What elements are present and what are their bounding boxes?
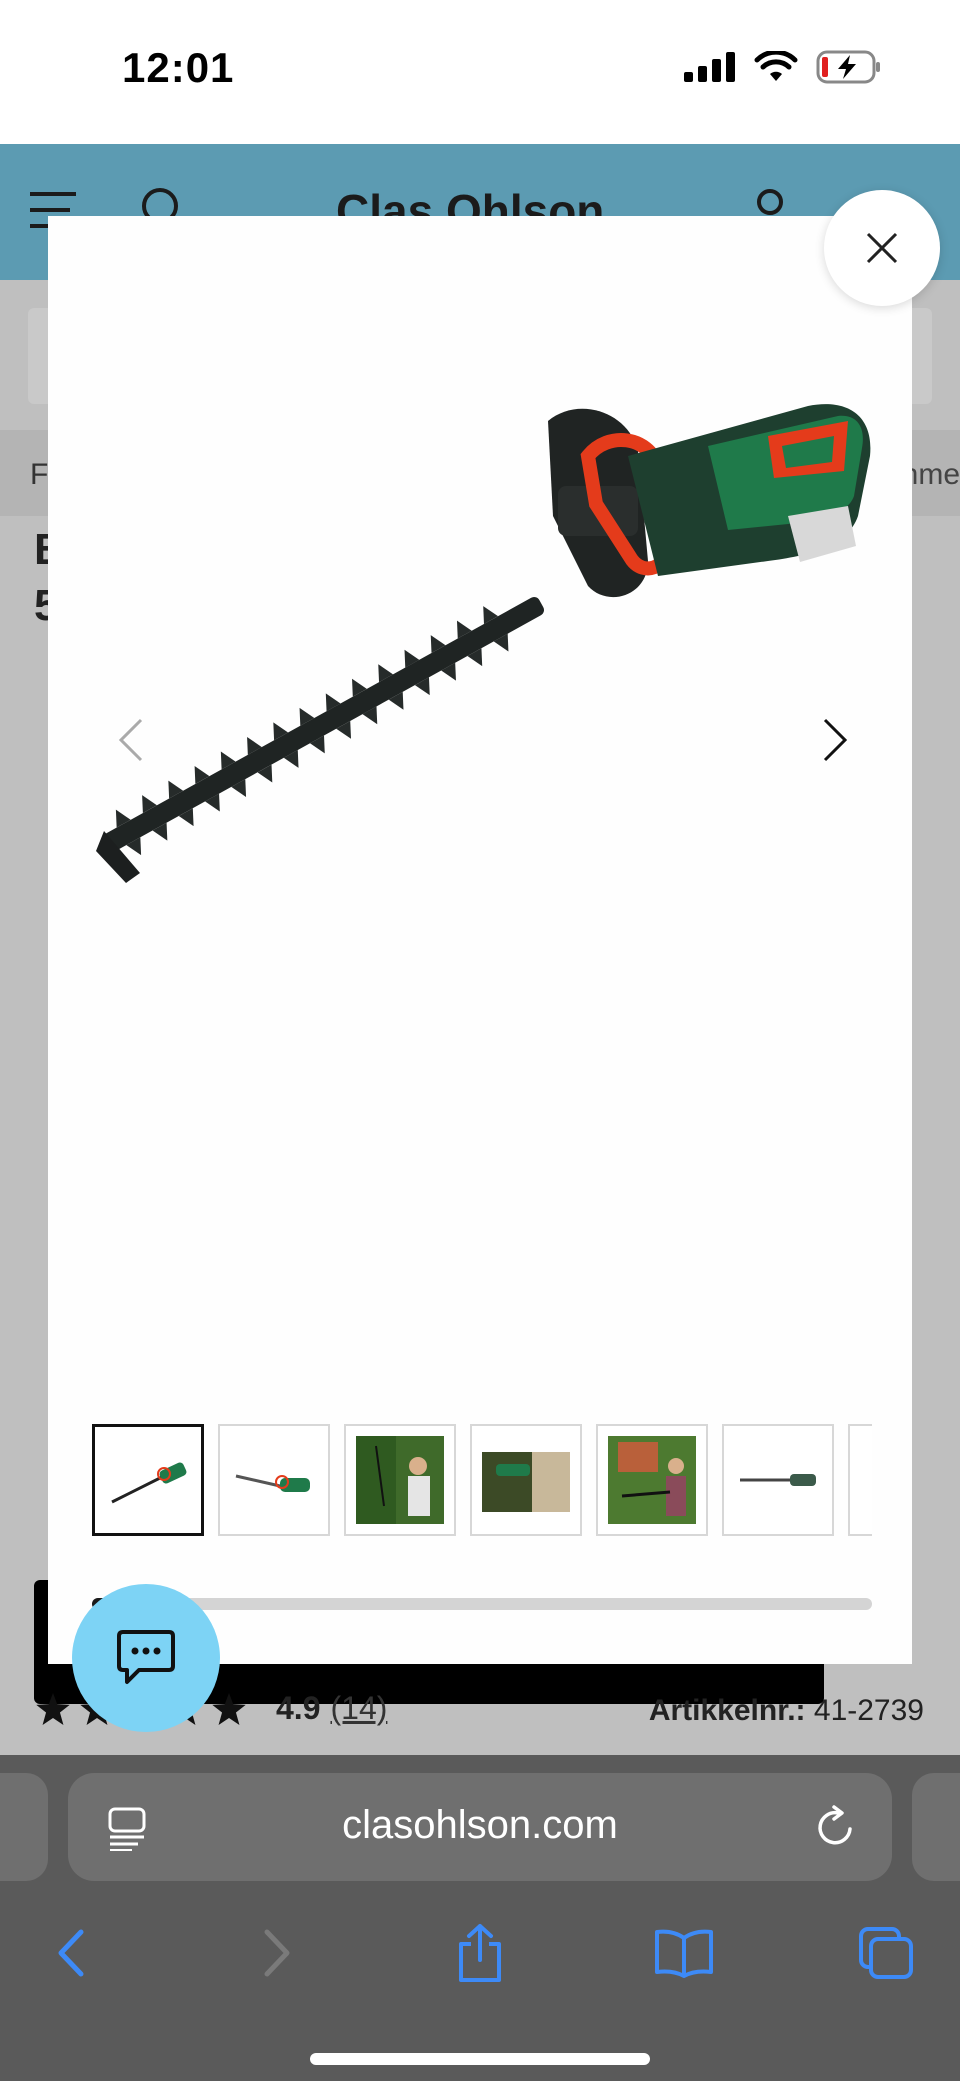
chevron-right-icon [823, 718, 848, 762]
browser-toolbar [0, 1905, 960, 2001]
thumb-hedge-trimmer-angled [111, 1462, 187, 1504]
tabs-button[interactable] [846, 1905, 926, 2001]
previous-tab-preview[interactable] [0, 1773, 48, 1881]
screen: 12:01 Clas Ohlson F nme 5 4.9 (14) Artik… [0, 0, 960, 2081]
forward-button[interactable] [238, 1905, 318, 2001]
close-icon [866, 232, 898, 264]
thumbnail-3[interactable] [344, 1424, 456, 1536]
thumbnail-1[interactable] [92, 1424, 204, 1536]
chat-button[interactable] [72, 1584, 220, 1732]
wifi-icon [754, 51, 798, 81]
book-icon [655, 1929, 713, 1978]
address-bar[interactable]: clasohlson.com [68, 1773, 892, 1881]
next-tab-preview[interactable] [912, 1773, 960, 1881]
thumbnail-7[interactable] [848, 1424, 872, 1536]
star-icon [36, 1692, 70, 1725]
gallery-scroll-track[interactable] [92, 1598, 872, 1610]
tabs-icon [859, 1927, 913, 1979]
thumb-hedge-trimmer-flat [740, 1474, 816, 1486]
status-bar: 12:01 [0, 0, 960, 144]
thumbnail-strip [92, 1424, 872, 1536]
thumb-hedge-trimmer-side [235, 1474, 310, 1492]
signal-icon [684, 52, 735, 82]
previous-image-button[interactable] [104, 710, 156, 770]
chat-bubble-icon [117, 1630, 175, 1684]
category-left: F [30, 458, 49, 491]
share-icon [459, 1924, 501, 1982]
thumb-couple-garden [608, 1436, 696, 1524]
share-button[interactable] [440, 1905, 520, 2001]
next-image-button[interactable] [810, 710, 862, 770]
forward-arrow-icon [264, 1929, 290, 1977]
status-time: 12:01 [122, 44, 235, 91]
home-indicator [310, 2053, 650, 2065]
hedge-trimmer-image [96, 404, 871, 883]
thumbnail-6[interactable] [722, 1424, 834, 1536]
thumbnail-5[interactable] [596, 1424, 708, 1536]
chevron-left-icon [118, 718, 143, 762]
battery-charging-icon [816, 50, 880, 84]
article-number: Artikkelnr.: 41-2739 [649, 1694, 924, 1728]
bookmarks-button[interactable] [644, 1905, 724, 2001]
thumbnail-4[interactable] [470, 1424, 582, 1536]
status-icons [684, 50, 882, 84]
article-number-value: 41-2739 [813, 1694, 924, 1727]
rating-count-link[interactable]: (14) [330, 1690, 387, 1727]
product-image-hedge-trimmer[interactable] [48, 216, 912, 1396]
rating-score: 4.9 [276, 1690, 321, 1726]
star-icon [212, 1692, 246, 1725]
back-arrow-icon [58, 1929, 84, 1977]
browser-chrome: clasohlson.com [0, 1755, 960, 2081]
url-text: clasohlson.com [342, 1803, 618, 1847]
back-button[interactable] [30, 1905, 110, 2001]
thumb-partial [860, 1436, 872, 1524]
thumb-trimming-closeup [482, 1452, 570, 1512]
article-number-label: Artikkelnr.: [648, 1694, 806, 1727]
thumbnail-2[interactable] [218, 1424, 330, 1536]
close-gallery-button[interactable] [824, 190, 940, 306]
thumb-woman-trimming-hedge [356, 1436, 444, 1524]
reload-icon[interactable] [814, 1803, 858, 1849]
